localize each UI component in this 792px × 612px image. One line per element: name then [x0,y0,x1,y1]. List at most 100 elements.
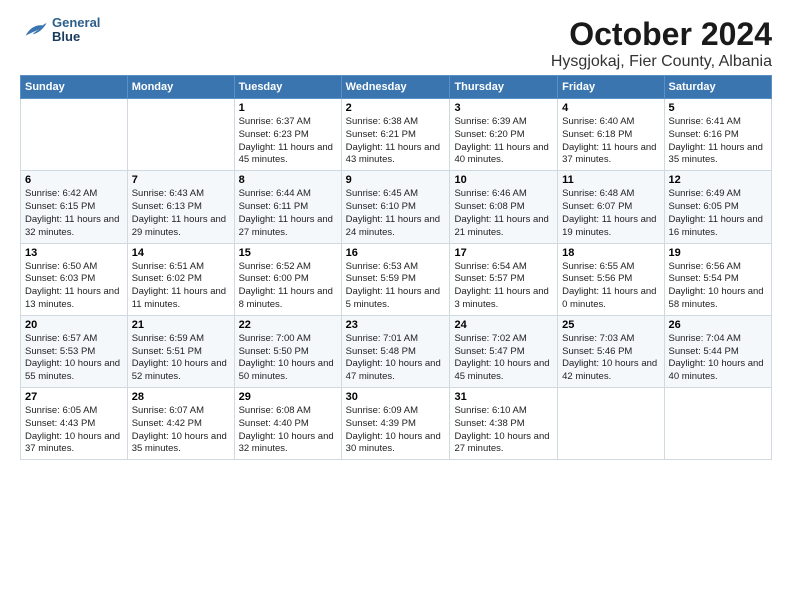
day-of-week-header: Sunday [21,76,128,99]
calendar-day-cell: 18Sunrise: 6:55 AMSunset: 5:56 PMDayligh… [558,243,664,315]
day-info: Sunrise: 6:55 AMSunset: 5:56 PMDaylight:… [562,261,659,312]
header: General Blue October 2024 Hysgjokaj, Fie… [20,16,772,71]
day-number: 31 [454,391,553,403]
calendar-day-cell: 10 Sunrise: 6:46 AMSunset: 6:08 PMDayligh… [450,171,558,243]
calendar-day-cell: 6 Sunrise: 6:42 AMSunset: 6:15 PMDaylight… [21,171,128,243]
day-number: 26 [669,319,767,331]
calendar-day-cell: 1 Sunrise: 6:37 AMSunset: 6:23 PMDaylight… [234,99,341,171]
calendar-day-cell: 5 Sunrise: 6:41 AMSunset: 6:16 PMDaylight… [664,99,771,171]
day-number: 25 [562,319,659,331]
day-of-week-header: Thursday [450,76,558,99]
day-info: Sunrise: 6:41 AMSunset: 6:16 PMDaylight:… [669,116,767,167]
logo-icon [20,16,48,44]
calendar-day-cell [664,388,771,460]
calendar-day-cell [21,99,128,171]
day-info: Sunrise: 6:42 AMSunset: 6:15 PMDaylight:… [25,188,123,239]
day-number: 10 [454,174,553,186]
day-number: 9 [346,174,446,186]
calendar-week-row: 6 Sunrise: 6:42 AMSunset: 6:15 PMDaylight… [21,171,772,243]
calendar-header-row: SundayMondayTuesdayWednesdayThursdayFrid… [21,76,772,99]
day-number: 7 [132,174,230,186]
calendar-day-cell: 15 Sunrise: 6:52 AMSunset: 6:00 PMDayligh… [234,243,341,315]
day-of-week-header: Friday [558,76,664,99]
day-number: 8 [239,174,337,186]
day-info: Sunrise: 7:02 AMSunset: 5:47 PMDaylight:… [454,333,553,384]
day-number: 13 [25,247,123,259]
day-number: 12 [669,174,767,186]
day-number: 3 [454,102,553,114]
day-info: Sunrise: 6:09 AMSunset: 4:39 PMDaylight:… [346,405,446,456]
day-info: Sunrise: 6:05 AMSunset: 4:43 PMDaylight:… [25,405,123,456]
calendar-subtitle: Hysgjokaj, Fier County, Albania [551,53,772,71]
calendar-day-cell: 9 Sunrise: 6:45 AMSunset: 6:10 PMDaylight… [341,171,450,243]
day-number: 16 [346,247,446,259]
day-info: Sunrise: 6:37 AMSunset: 6:23 PMDaylight:… [239,116,337,167]
day-info: Sunrise: 6:08 AMSunset: 4:40 PMDaylight:… [239,405,337,456]
day-number: 24 [454,319,553,331]
day-number: 22 [239,319,337,331]
calendar-table: SundayMondayTuesdayWednesdayThursdayFrid… [20,75,772,460]
calendar-day-cell: 21Sunrise: 6:59 AMSunset: 5:51 PMDayligh… [127,315,234,387]
title-block: October 2024 Hysgjokaj, Fier County, Alb… [551,16,772,71]
calendar-day-cell: 26Sunrise: 7:04 AMSunset: 5:44 PMDayligh… [664,315,771,387]
day-number: 29 [239,391,337,403]
day-number: 6 [25,174,123,186]
day-number: 30 [346,391,446,403]
day-info: Sunrise: 7:03 AMSunset: 5:46 PMDaylight:… [562,333,659,384]
day-info: Sunrise: 6:51 AMSunset: 6:02 PMDaylight:… [132,261,230,312]
day-number: 5 [669,102,767,114]
page: General Blue October 2024 Hysgjokaj, Fie… [0,0,792,612]
day-number: 28 [132,391,230,403]
calendar-day-cell: 14 Sunrise: 6:51 AMSunset: 6:02 PMDayligh… [127,243,234,315]
calendar-day-cell: 29 Sunrise: 6:08 AMSunset: 4:40 PMDayligh… [234,388,341,460]
calendar-day-cell: 30 Sunrise: 6:09 AMSunset: 4:39 PMDayligh… [341,388,450,460]
day-number: 11 [562,174,659,186]
day-info: Sunrise: 6:48 AMSunset: 6:07 PMDaylight:… [562,188,659,239]
calendar-day-cell: 16 Sunrise: 6:53 AMSunset: 5:59 PMDayligh… [341,243,450,315]
logo-line1: General [52,16,100,30]
calendar-day-cell: 22 Sunrise: 7:00 AMSunset: 5:50 PMDayligh… [234,315,341,387]
calendar-day-cell: 25 Sunrise: 7:03 AMSunset: 5:46 PMDayligh… [558,315,664,387]
calendar-day-cell: 2 Sunrise: 6:38 AMSunset: 6:21 PMDaylight… [341,99,450,171]
calendar-day-cell: 4 Sunrise: 6:40 AMSunset: 6:18 PMDaylight… [558,99,664,171]
day-info: Sunrise: 6:52 AMSunset: 6:00 PMDaylight:… [239,261,337,312]
day-info: Sunrise: 6:45 AMSunset: 6:10 PMDaylight:… [346,188,446,239]
calendar-week-row: 20 Sunrise: 6:57 AMSunset: 5:53 PMDayligh… [21,315,772,387]
day-number: 4 [562,102,659,114]
day-number: 1 [239,102,337,114]
day-info: Sunrise: 6:44 AMSunset: 6:11 PMDaylight:… [239,188,337,239]
calendar-title: October 2024 [551,16,772,53]
calendar-day-cell: 13Sunrise: 6:50 AMSunset: 6:03 PMDayligh… [21,243,128,315]
day-of-week-header: Saturday [664,76,771,99]
calendar-day-cell: 23Sunrise: 7:01 AMSunset: 5:48 PMDayligh… [341,315,450,387]
day-info: Sunrise: 6:38 AMSunset: 6:21 PMDaylight:… [346,116,446,167]
calendar-week-row: 13Sunrise: 6:50 AMSunset: 6:03 PMDayligh… [21,243,772,315]
day-info: Sunrise: 6:40 AMSunset: 6:18 PMDaylight:… [562,116,659,167]
day-number: 14 [132,247,230,259]
calendar-week-row: 1 Sunrise: 6:37 AMSunset: 6:23 PMDaylight… [21,99,772,171]
calendar-body: 1 Sunrise: 6:37 AMSunset: 6:23 PMDaylight… [21,99,772,460]
day-of-week-header: Tuesday [234,76,341,99]
day-info: Sunrise: 6:49 AMSunset: 6:05 PMDaylight:… [669,188,767,239]
day-number: 15 [239,247,337,259]
day-of-week-header: Monday [127,76,234,99]
calendar-day-cell: 3Sunrise: 6:39 AMSunset: 6:20 PMDaylight… [450,99,558,171]
calendar-day-cell: 17 Sunrise: 6:54 AMSunset: 5:57 PMDayligh… [450,243,558,315]
day-info: Sunrise: 6:59 AMSunset: 5:51 PMDaylight:… [132,333,230,384]
day-info: Sunrise: 7:00 AMSunset: 5:50 PMDaylight:… [239,333,337,384]
day-number: 20 [25,319,123,331]
calendar-day-cell: 19Sunrise: 6:56 AMSunset: 5:54 PMDayligh… [664,243,771,315]
day-info: Sunrise: 6:07 AMSunset: 4:42 PMDaylight:… [132,405,230,456]
day-info: Sunrise: 6:57 AMSunset: 5:53 PMDaylight:… [25,333,123,384]
day-number: 17 [454,247,553,259]
calendar-week-row: 27Sunrise: 6:05 AMSunset: 4:43 PMDayligh… [21,388,772,460]
logo: General Blue [20,16,100,45]
day-info: Sunrise: 6:53 AMSunset: 5:59 PMDaylight:… [346,261,446,312]
day-info: Sunrise: 6:46 AMSunset: 6:08 PMDaylight:… [454,188,553,239]
day-info: Sunrise: 6:54 AMSunset: 5:57 PMDaylight:… [454,261,553,312]
day-info: Sunrise: 7:01 AMSunset: 5:48 PMDaylight:… [346,333,446,384]
calendar-day-cell: 27Sunrise: 6:05 AMSunset: 4:43 PMDayligh… [21,388,128,460]
day-number: 2 [346,102,446,114]
calendar-day-cell: 20 Sunrise: 6:57 AMSunset: 5:53 PMDayligh… [21,315,128,387]
calendar-day-cell: 11 Sunrise: 6:48 AMSunset: 6:07 PMDayligh… [558,171,664,243]
